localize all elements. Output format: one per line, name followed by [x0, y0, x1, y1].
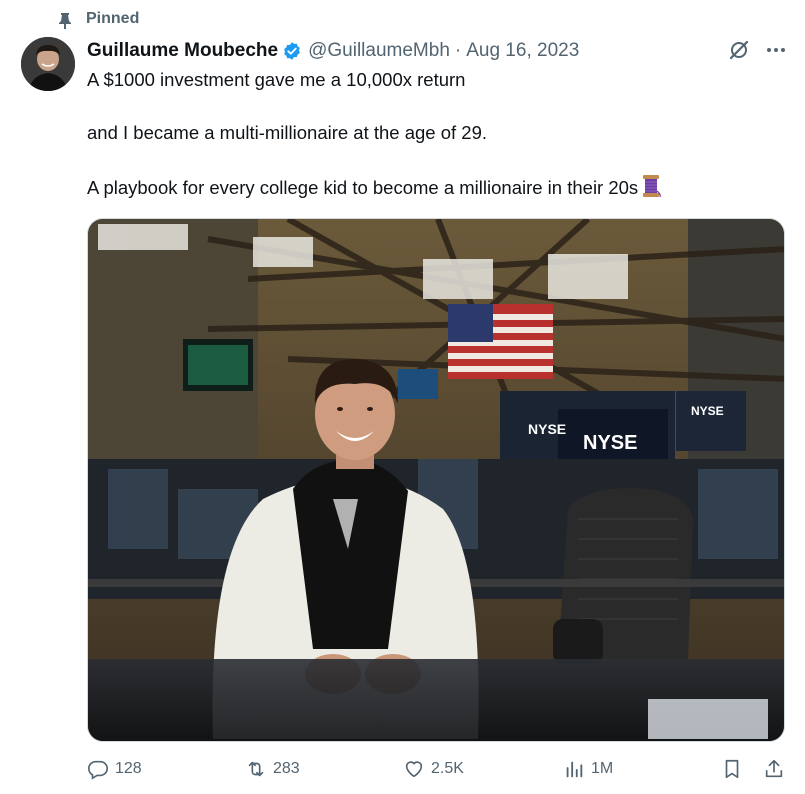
author-name[interactable]: Guillaume Moubeche — [87, 40, 278, 62]
nyse-sign-main: NYSE — [583, 432, 637, 454]
repost-icon — [248, 761, 264, 777]
views-button[interactable]: 1M — [563, 758, 613, 780]
bookmark-button[interactable] — [721, 758, 743, 780]
tweet-line-3: A playbook for every college kid to beco… — [87, 174, 777, 203]
pinned-label: Pinned — [86, 10, 140, 27]
repost-count: 283 — [273, 760, 300, 777]
reply-icon — [88, 760, 108, 780]
share-button[interactable] — [763, 758, 785, 780]
more-options-icon[interactable] — [765, 39, 787, 61]
author-handle[interactable]: @GuillaumeMbh — [308, 40, 450, 62]
nyse-sign-left: NYSE — [528, 421, 566, 437]
pin-icon — [59, 13, 71, 29]
tweet-header: Guillaume Moubeche @GuillaumeMbh · Aug 1… — [87, 38, 579, 64]
photo-nyse-trading-floor: NYSE NYSE NYSE — [88, 219, 784, 741]
reply-button[interactable]: 128 — [87, 758, 142, 780]
heart-icon — [405, 761, 423, 778]
tweet-text: A $1000 investment gave me a 10,000x ret… — [87, 68, 777, 233]
separator-dot: · — [454, 40, 462, 61]
bookmark-icon — [725, 759, 739, 779]
reply-count: 128 — [115, 760, 142, 777]
verified-badge-icon[interactable] — [282, 41, 302, 61]
views-count: 1M — [591, 760, 614, 777]
tweet-action-bar: 128 283 2.5K 1M — [87, 758, 787, 788]
top-actions — [727, 38, 787, 62]
tweet-line-2: and I became a multi-millionaire at the … — [87, 122, 488, 143]
share-icon — [765, 759, 783, 778]
tweet-line-1: A $1000 investment gave me a 10,000x ret… — [87, 69, 466, 90]
grok-icon[interactable] — [727, 38, 751, 62]
tweet-date[interactable]: Aug 16, 2023 — [466, 40, 579, 62]
avatar[interactable] — [21, 37, 75, 91]
views-chart-icon — [566, 761, 583, 778]
repost-button[interactable]: 283 — [245, 758, 300, 780]
tweet-line-3-text: A playbook for every college kid to beco… — [87, 177, 639, 198]
tweet-photo[interactable]: NYSE NYSE NYSE — [87, 218, 785, 742]
like-button[interactable]: 2.5K — [403, 758, 464, 780]
like-count: 2.5K — [431, 760, 464, 777]
spool-of-thread-icon — [640, 174, 662, 203]
nyse-sign-right: NYSE — [691, 404, 724, 418]
